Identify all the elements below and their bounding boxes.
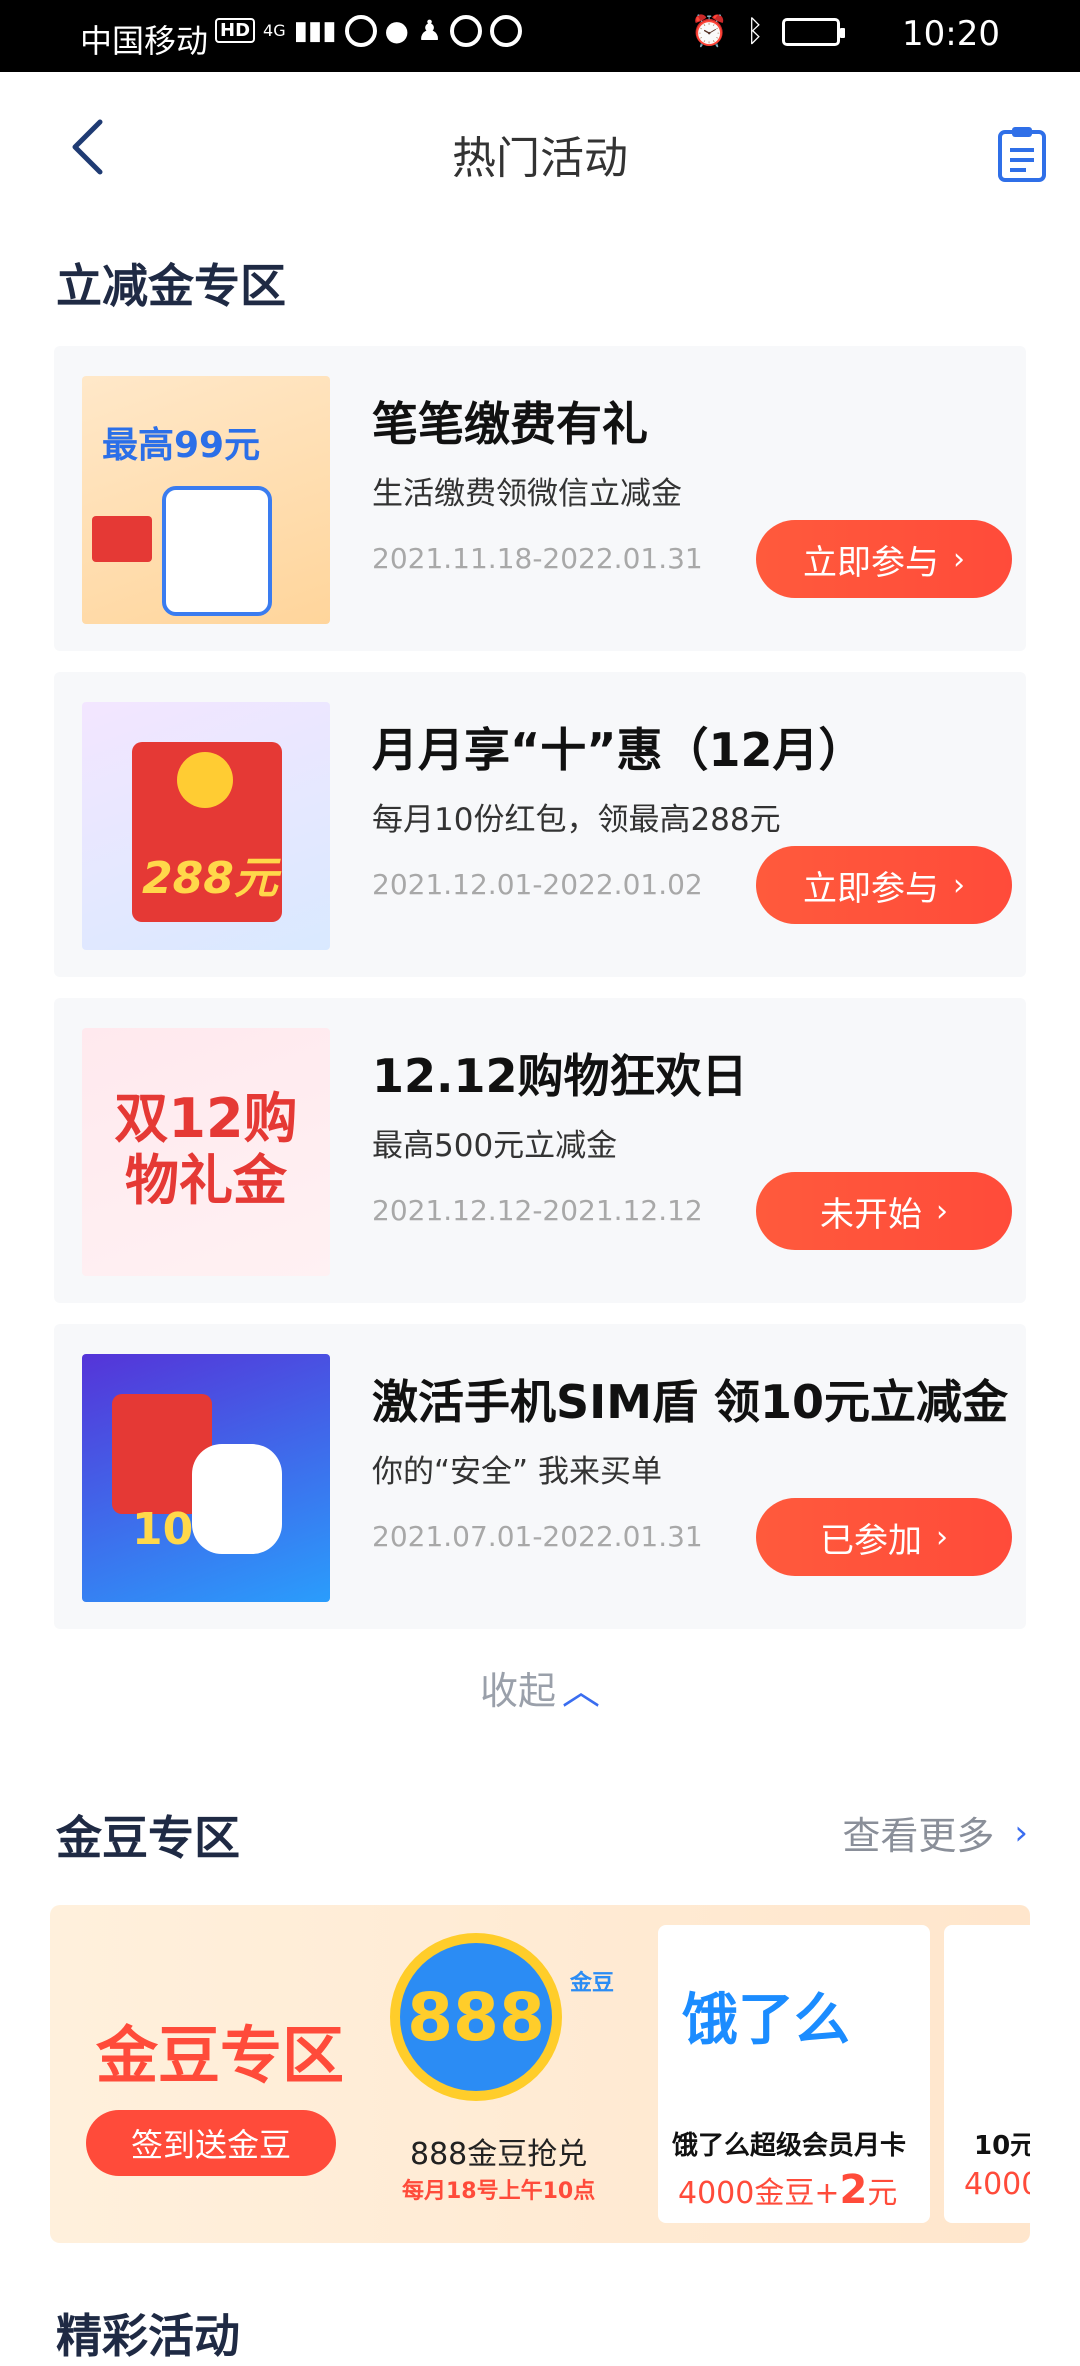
nav-bar: 热门活动	[0, 72, 1080, 222]
exchange-item-price: 4000金豆+2元	[678, 2167, 897, 2213]
signal-icon: ▮▮▮	[293, 15, 337, 46]
clock: 10:20	[902, 14, 1000, 54]
red-envelope-illustration	[92, 516, 152, 562]
chevron-right-icon: ›	[953, 867, 965, 903]
section-title-events: 精彩活动	[56, 2309, 240, 2363]
beans-banner-heading: 金豆专区	[96, 2019, 345, 2092]
chat-icon: ●	[384, 14, 409, 47]
qq-icon: ♟	[416, 14, 443, 47]
collapse-button[interactable]: 收起 ︿	[0, 1660, 1080, 1715]
battery-icon	[782, 17, 845, 46]
join-button-label: 立即参与	[803, 542, 939, 583]
activity-date: 2021.07.01-2022.01.31	[372, 1520, 703, 1553]
activity-thumbnail: 双12购物礼金	[82, 1028, 330, 1276]
price-amount: 2	[839, 2167, 868, 2213]
alarm-icon: ⏰	[690, 14, 728, 49]
bluetooth-icon: ᛒ	[746, 14, 764, 49]
coin-icon	[177, 752, 233, 808]
exchange-item-title: 10元	[974, 2131, 1030, 2161]
activity-date: 2021.11.18-2022.01.31	[372, 542, 703, 575]
status-button-label: 已参加	[820, 1520, 922, 1561]
exchange-item-title: 饿了么超级会员月卡	[672, 2131, 907, 2161]
activity-subtitle: 生活缴费领微信立减金	[372, 476, 682, 512]
badge-number: 888	[407, 1978, 545, 2056]
price-unit: 元	[867, 2176, 898, 2211]
exchange-888-title: 888金豆抢兑	[410, 2137, 588, 2172]
activity-subtitle: 你的“安全” 我来买单	[372, 1454, 662, 1490]
phone-illustration	[162, 486, 272, 616]
thumb-text: 双12购物礼金	[114, 1087, 298, 1212]
exchange-item-price: 4000	[964, 2167, 1030, 2202]
app-notification-icon-3	[490, 14, 523, 47]
activity-card[interactable]: 双12购物礼金 12.12购物狂欢日 最高500元立减金 2021.12.12-…	[54, 998, 1026, 1303]
joined-button[interactable]: 已参加 ›	[756, 1498, 1012, 1576]
activity-title: 月月享“十”惠（12月）	[372, 723, 865, 777]
activity-card[interactable]: 288元 月月享“十”惠（12月） 每月10份红包，领最高288元 2021.1…	[54, 672, 1026, 977]
status-button-label: 未开始	[820, 1194, 922, 1235]
carrier-label: 中国移动	[80, 22, 209, 60]
view-more-label: 查看更多	[842, 1814, 995, 1858]
page-title: 热门活动	[452, 133, 628, 184]
hd-icon: HD	[215, 18, 256, 43]
chevron-up-icon: ︿	[562, 1669, 601, 1713]
join-button[interactable]: 立即参与 ›	[756, 520, 1012, 598]
signin-button[interactable]: 签到送金豆	[86, 2110, 336, 2176]
activity-title: 笔笔缴费有礼	[372, 397, 648, 451]
thumb-text: 288元	[142, 853, 278, 904]
section-title-discount: 立减金专区	[56, 259, 286, 313]
beans-banner[interactable]: 金豆专区 签到送金豆 888 金豆 888金豆抢兑 每月18号上午10点 饿了么…	[50, 1905, 1030, 2243]
exchange-888-subtitle: 每月18号上午10点	[402, 2179, 596, 2204]
activity-thumbnail: 10	[82, 1354, 330, 1602]
status-bar: 中国移动 HD 4G ▮▮▮ ● ♟ ⏰ ᛒ 10:20	[0, 0, 1080, 72]
activity-subtitle: 每月10份红包，领最高288元	[372, 802, 781, 838]
activity-thumbnail: 288元	[82, 702, 330, 950]
chevron-right-icon: ›	[936, 1193, 948, 1229]
status-icons-right: ⏰ ᛒ	[690, 14, 845, 49]
signin-button-label: 签到送金豆	[130, 2126, 291, 2164]
exchange-item-card[interactable]: 饿了么 饿了么超级会员月卡 4000金豆+2元	[658, 1925, 930, 2223]
chevron-right-icon: ›	[953, 541, 965, 577]
thumb-text: 最高99元	[102, 425, 261, 466]
exchange-item-card[interactable]: 10元 4000	[944, 1925, 1030, 2223]
activity-card[interactable]: 最高99元 笔笔缴费有礼 生活缴费领微信立减金 2021.11.18-2022.…	[54, 346, 1026, 651]
app-notification-icon	[344, 14, 377, 47]
join-button[interactable]: 立即参与 ›	[756, 846, 1012, 924]
not-started-button[interactable]: 未开始 ›	[756, 1172, 1012, 1250]
network-label: 4G	[263, 21, 286, 40]
join-button-label: 立即参与	[803, 868, 939, 909]
chevron-right-icon: ›	[936, 1519, 948, 1555]
chevron-right-icon: ›	[1014, 1812, 1028, 1853]
section-title-beans: 金豆专区	[56, 1811, 240, 1865]
badge-tag: 金豆	[570, 1971, 615, 1996]
eleme-logo: 饿了么	[682, 1988, 850, 2053]
activity-thumbnail: 最高99元	[82, 376, 330, 624]
collapse-label: 收起	[479, 1669, 556, 1713]
clipboard-icon	[998, 127, 1046, 182]
price-prefix: 4000金豆+	[678, 2176, 840, 2211]
records-button[interactable]	[994, 124, 1050, 184]
gold-bean-888-logo[interactable]: 888	[390, 1933, 562, 2101]
activity-date: 2021.12.12-2021.12.12	[372, 1194, 703, 1227]
activity-date: 2021.12.01-2022.01.02	[372, 868, 703, 901]
view-more-link[interactable]: 查看更多 ›	[842, 1805, 1028, 1860]
thumb-text: 10	[132, 1504, 194, 1555]
app-notification-icon-2	[450, 14, 483, 47]
activity-subtitle: 最高500元立减金	[372, 1128, 618, 1164]
activity-title: 12.12购物狂欢日	[372, 1049, 748, 1103]
mascot-illustration	[192, 1444, 282, 1554]
status-icons-left: HD 4G ▮▮▮ ● ♟	[215, 14, 523, 47]
activity-title: 激活手机SIM盾 领10元立减金	[372, 1375, 1009, 1429]
activity-card[interactable]: 10 激活手机SIM盾 领10元立减金 你的“安全” 我来买单 2021.07.…	[54, 1324, 1026, 1629]
